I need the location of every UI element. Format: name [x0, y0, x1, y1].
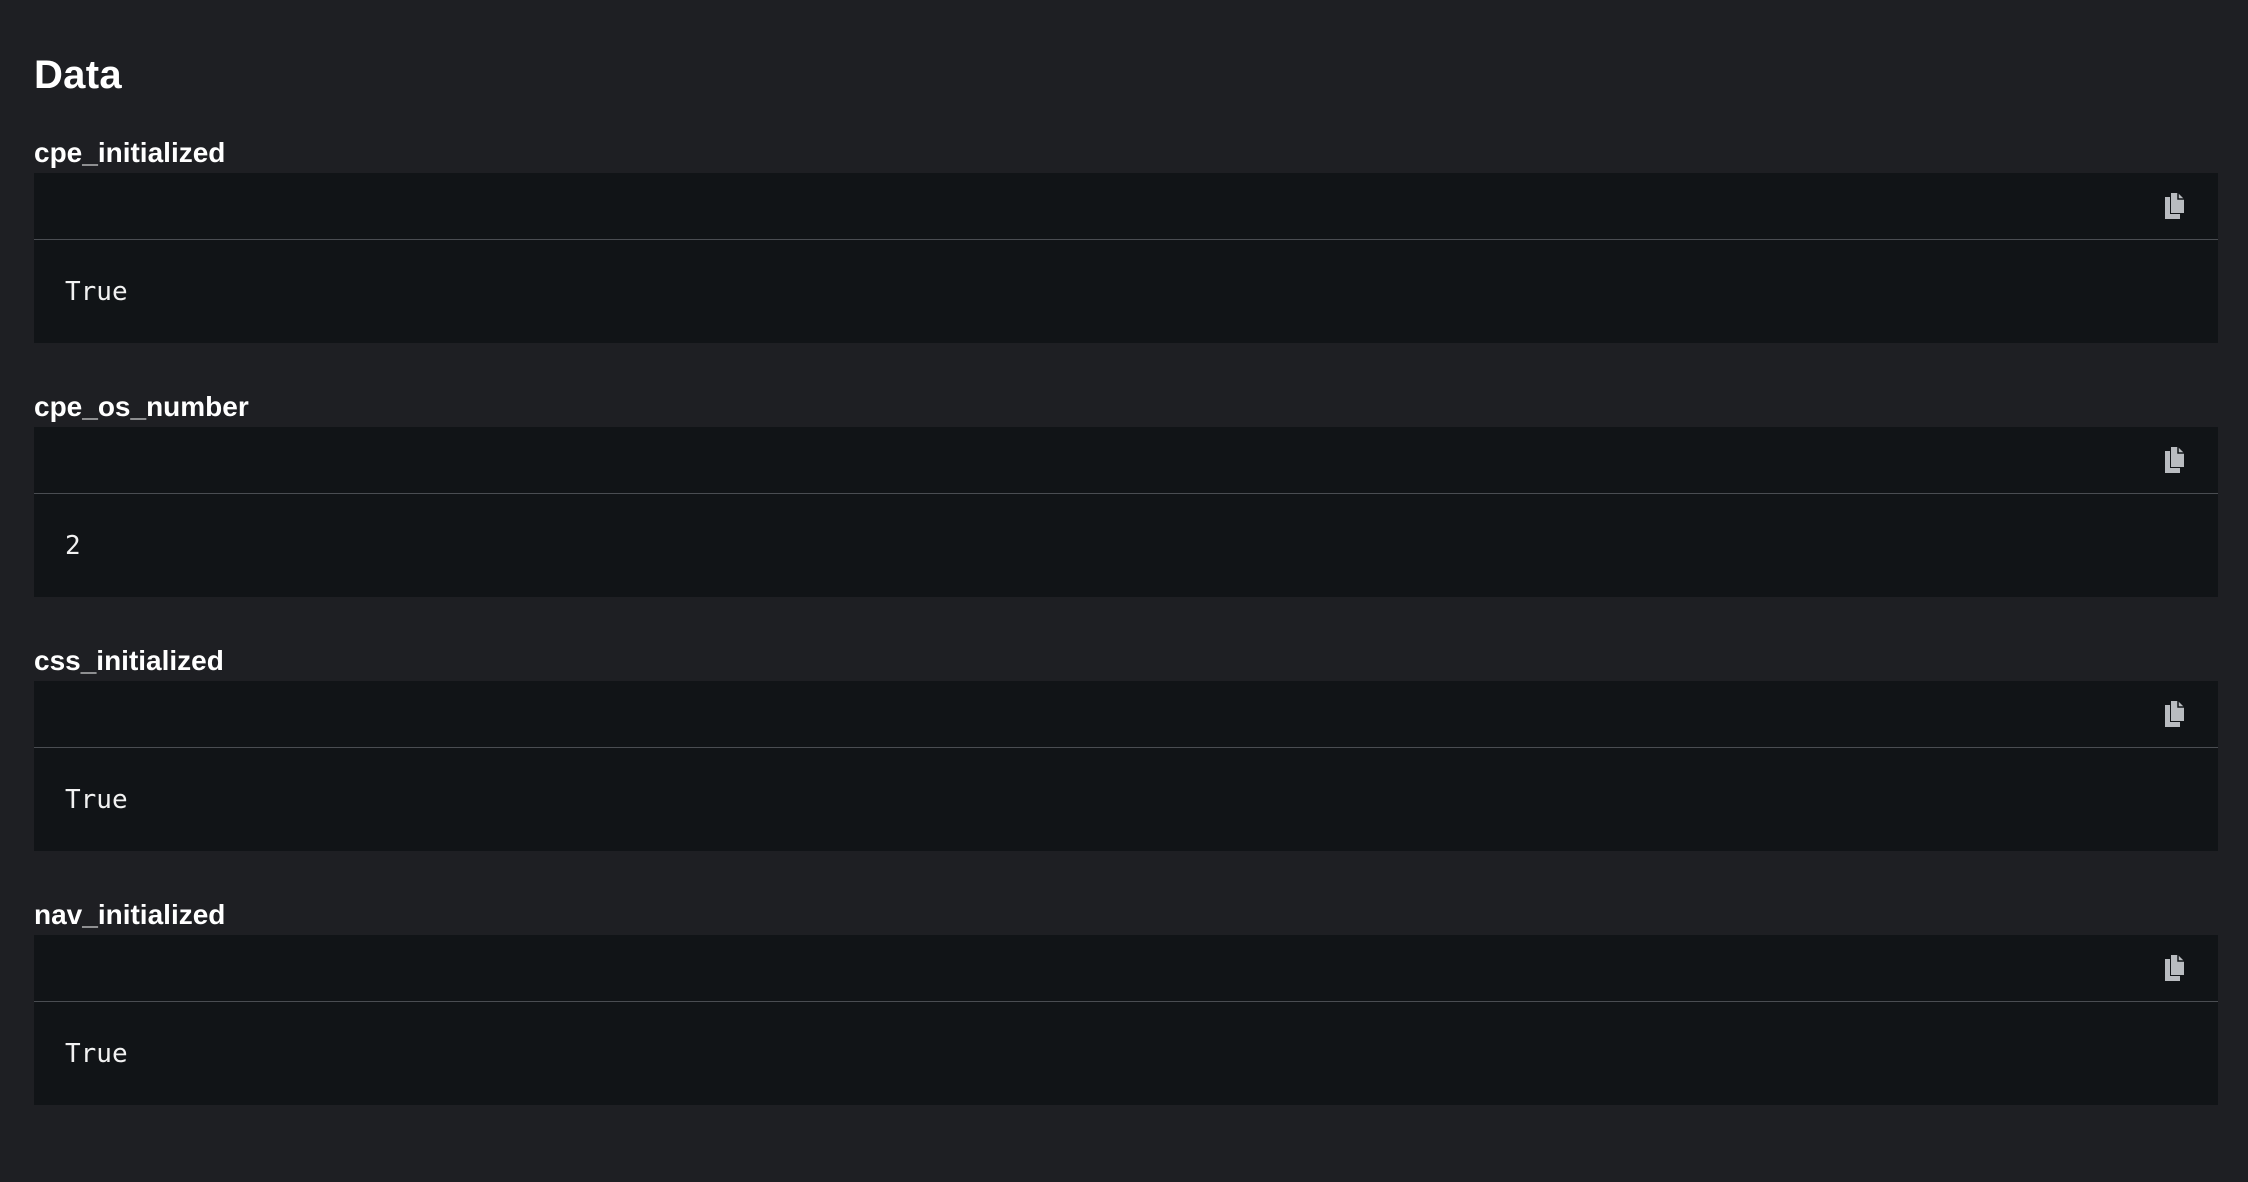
copy-button[interactable] [2156, 189, 2190, 223]
code-block: True [34, 935, 2218, 1105]
code-value: True [65, 276, 128, 307]
code-block: True [34, 173, 2218, 343]
code-value: True [65, 784, 128, 815]
copy-icon [2165, 701, 2184, 727]
code-value: True [65, 1038, 128, 1069]
entry-label: nav_initialized [34, 899, 226, 930]
copy-icon [2165, 193, 2184, 219]
copy-button[interactable] [2156, 951, 2190, 985]
data-entry: css_initialized True [34, 646, 2218, 851]
code-block-toolbar [34, 935, 2218, 1002]
data-entry: cpe_os_number 2 [34, 392, 2218, 597]
data-entry: nav_initialized True [34, 900, 2218, 1105]
entry-label: cpe_initialized [34, 137, 226, 168]
copy-button[interactable] [2156, 697, 2190, 731]
code-block-toolbar [34, 427, 2218, 494]
code-block: True [34, 681, 2218, 851]
copy-button[interactable] [2156, 443, 2190, 477]
entry-label: cpe_os_number [34, 391, 249, 422]
code-block: 2 [34, 427, 2218, 597]
data-page: Data cpe_initialized True cpe_os_number … [0, 0, 2248, 1182]
entry-label: css_initialized [34, 645, 224, 676]
page-title: Data [34, 53, 122, 97]
copy-icon [2165, 447, 2184, 473]
copy-icon [2165, 955, 2184, 981]
code-block-toolbar [34, 173, 2218, 240]
data-entry: cpe_initialized True [34, 138, 2218, 343]
code-value: 2 [65, 530, 81, 561]
data-entries-list: cpe_initialized True cpe_os_number 2 css… [34, 138, 2218, 1105]
code-block-toolbar [34, 681, 2218, 748]
